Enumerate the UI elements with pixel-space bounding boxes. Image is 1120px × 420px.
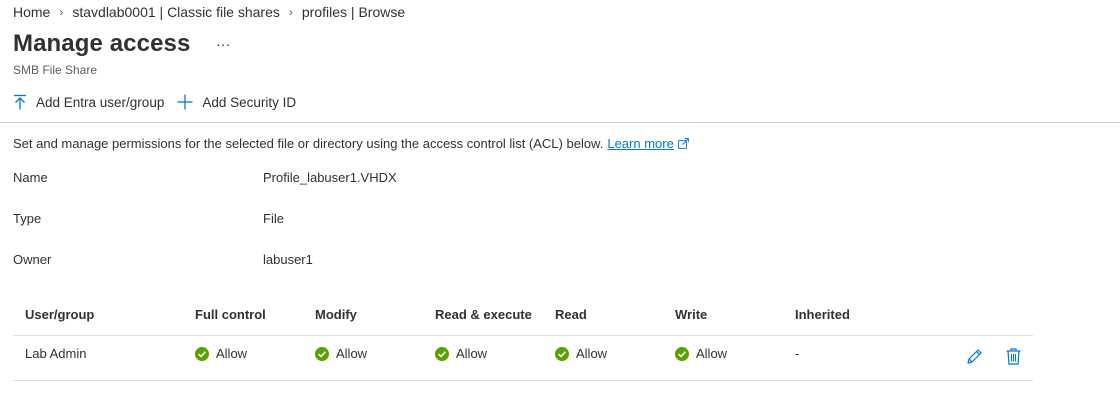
page-title: Manage access xyxy=(13,30,191,57)
upload-arrow-icon xyxy=(14,94,26,110)
column-header-write: Write xyxy=(675,307,708,322)
chevron-right-icon: › xyxy=(59,5,64,19)
column-header-inherited: Inherited xyxy=(795,307,850,322)
page-subtitle: SMB File Share xyxy=(13,63,98,77)
column-header-read-execute: Read & execute xyxy=(435,307,532,322)
breadcrumb: Home › stavdlab0001 | Classic file share… xyxy=(13,4,405,20)
property-value-name: Profile_labuser1.VHDX xyxy=(263,170,397,185)
modify-value: Allow xyxy=(336,346,368,361)
chevron-right-icon: › xyxy=(288,5,293,19)
success-check-icon xyxy=(435,346,449,361)
column-header-full-control: Full control xyxy=(195,307,266,322)
success-check-icon xyxy=(315,346,329,361)
read-value: Allow xyxy=(576,346,608,361)
read-execute-cell: Allow xyxy=(435,346,487,361)
title-row: Manage access ... xyxy=(13,30,231,58)
user-group-cell: Lab Admin xyxy=(25,346,87,361)
breadcrumb-home[interactable]: Home xyxy=(13,4,50,20)
full-control-cell: Allow xyxy=(195,346,247,361)
external-link-icon xyxy=(677,138,689,149)
acl-table-header: User/group Full control Modify Read & ex… xyxy=(13,300,1033,336)
property-label-owner: Owner xyxy=(13,252,52,267)
acl-table: User/group Full control Modify Read & ex… xyxy=(13,300,1033,381)
delete-trash-icon[interactable] xyxy=(1006,348,1021,368)
learn-more-link[interactable]: Learn more xyxy=(607,136,673,151)
breadcrumb-storage-account[interactable]: stavdlab0001 | Classic file shares xyxy=(72,4,280,20)
success-check-icon xyxy=(195,346,209,361)
toolbar-divider xyxy=(0,122,1120,123)
description-text: Set and manage permissions for the selec… xyxy=(13,136,604,151)
edit-pencil-icon[interactable] xyxy=(966,348,983,368)
full-control-value: Allow xyxy=(216,346,248,361)
inherited-cell: - xyxy=(795,346,800,361)
modify-cell: Allow xyxy=(315,346,367,361)
plus-icon xyxy=(177,94,193,110)
property-label-name: Name xyxy=(13,170,48,185)
more-options-button[interactable]: ... xyxy=(216,33,231,49)
column-header-user-group: User/group xyxy=(25,307,95,322)
success-check-icon xyxy=(555,346,569,361)
column-header-modify: Modify xyxy=(315,307,357,322)
write-value: Allow xyxy=(696,346,728,361)
property-label-type: Type xyxy=(13,211,42,226)
property-value-owner: labuser1 xyxy=(263,252,313,267)
description: Set and manage permissions for the selec… xyxy=(13,136,689,151)
write-cell: Allow xyxy=(675,346,727,361)
success-check-icon xyxy=(675,346,689,361)
breadcrumb-share-browse[interactable]: profiles | Browse xyxy=(302,4,405,20)
add-entra-user-group-button[interactable]: Add Entra user/group xyxy=(13,94,164,110)
property-value-type: File xyxy=(263,211,284,226)
command-bar: Add Entra user/group Add Security ID xyxy=(13,94,309,110)
read-execute-value: Allow xyxy=(456,346,488,361)
add-security-id-button[interactable]: Add Security ID xyxy=(177,94,296,110)
read-cell: Allow xyxy=(555,346,607,361)
table-row: Lab Admin Allow Allow Allow Allow Allow … xyxy=(13,336,1033,381)
add-entra-user-group-label: Add Entra user/group xyxy=(36,94,165,110)
column-header-read: Read xyxy=(555,307,587,322)
add-security-id-label: Add Security ID xyxy=(202,94,297,110)
